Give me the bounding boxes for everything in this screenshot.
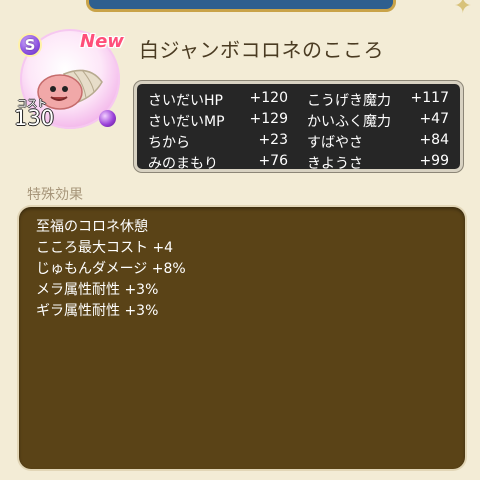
stat-value: +76 (258, 153, 288, 169)
stat-value: +117 (410, 90, 449, 106)
item-title: 白ジャンボコロネのこころ (139, 38, 384, 62)
stat-name: かいふく魔力 (307, 114, 391, 130)
stat-row: かいふく魔力 +47 (307, 111, 449, 131)
stat-row: きようさ +99 (307, 153, 449, 173)
rank-badge: S (18, 33, 42, 57)
stat-row: さいだいMP +129 (148, 111, 288, 131)
stat-value: +120 (249, 90, 288, 106)
stat-value: +47 (419, 111, 449, 127)
new-badge: New (80, 31, 124, 52)
stat-name: さいだいHP (148, 93, 223, 109)
stat-value: +99 (419, 153, 449, 169)
effect-item: 至福のコロネ休憩 (36, 219, 148, 235)
stat-name: すばやさ (307, 135, 363, 151)
stat-value: +84 (419, 132, 449, 148)
stat-name: ちから (148, 135, 190, 151)
effect-item: こころ最大コスト +4 (36, 240, 174, 256)
stat-row: すばやさ +84 (307, 132, 449, 152)
stat-name: みのまもり (148, 156, 218, 172)
cost-value: 130 (14, 106, 55, 130)
effect-item: ギラ属性耐性 +3% (36, 303, 159, 319)
sparkle-icon: ✦ (453, 0, 472, 19)
stat-row: ちから +23 (148, 132, 288, 152)
stat-name: さいだいMP (148, 114, 225, 130)
stat-row: みのまもり +76 (148, 153, 288, 173)
stat-name: きようさ (307, 156, 363, 172)
stats-panel: さいだいHP +120 こうげき魔力 +117 さいだいMP +129 かいふく… (134, 81, 463, 172)
stat-row: さいだいHP +120 (148, 90, 288, 110)
effect-item: メラ属性耐性 +3% (36, 282, 159, 298)
stat-name: こうげき魔力 (307, 93, 391, 109)
purple-gem-icon (99, 110, 116, 127)
effect-item: じゅもんダメージ +8% (36, 261, 186, 277)
stat-row: こうげき魔力 +117 (307, 90, 449, 110)
special-effects-label: 特殊効果 (27, 187, 83, 203)
stat-value: +129 (249, 111, 288, 127)
stat-value: +23 (258, 132, 288, 148)
top-banner (86, 0, 396, 12)
